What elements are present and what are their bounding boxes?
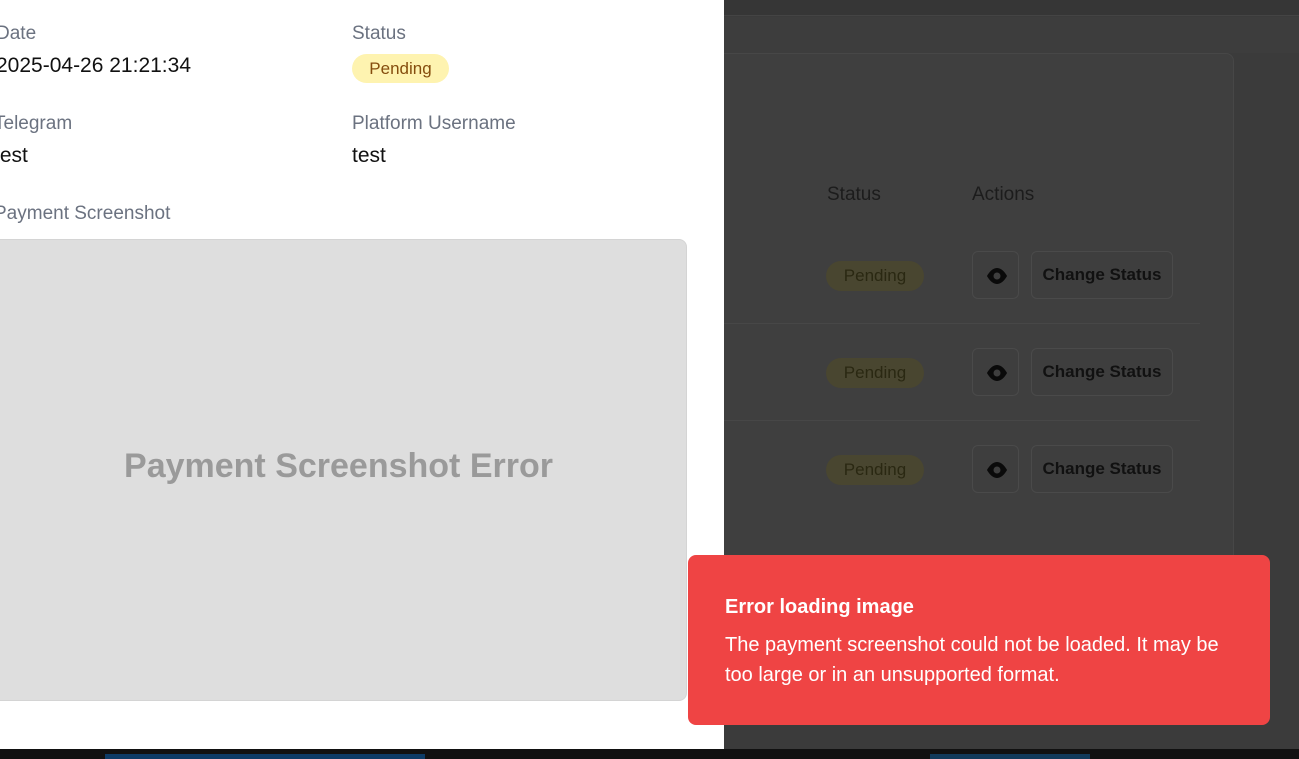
view-button[interactable] xyxy=(972,445,1019,493)
telegram-label: Telegram xyxy=(0,113,73,134)
status-badge: Pending xyxy=(826,358,924,388)
status-label: Status xyxy=(352,23,406,44)
eye-icon xyxy=(987,365,1007,381)
payment-details-modal: Date 2025-04-26 21:21:34 Status Pending … xyxy=(0,0,724,749)
table-header-actions: Actions xyxy=(972,184,1035,205)
status-badge: Pending xyxy=(352,54,449,83)
background-header-strip xyxy=(724,17,1299,53)
change-status-button[interactable]: Change Status xyxy=(1031,251,1173,299)
status-badge: Pending xyxy=(826,455,924,485)
change-status-button[interactable]: Change Status xyxy=(1031,445,1173,493)
change-status-button[interactable]: Change Status xyxy=(1031,348,1173,396)
toast-title: Error loading image xyxy=(725,596,914,618)
screenshot-error-placeholder: Payment Screenshot Error xyxy=(124,447,553,485)
telegram-value: test xyxy=(0,144,28,167)
date-label: Date xyxy=(0,23,37,44)
taskbar-highlight xyxy=(105,754,425,759)
platform-username-value: test xyxy=(352,144,386,167)
status-badge: Pending xyxy=(826,261,924,291)
date-value: 2025-04-26 21:21:34 xyxy=(0,54,191,77)
platform-username-label: Platform Username xyxy=(352,113,516,134)
background-topbar xyxy=(724,0,1299,16)
taskbar-highlight xyxy=(930,754,1090,759)
payment-screenshot-label: Payment Screenshot xyxy=(0,203,171,224)
taskbar xyxy=(0,749,1299,759)
toast-message: The payment screenshot could not be load… xyxy=(725,634,1219,686)
view-button[interactable] xyxy=(972,251,1019,299)
table-header-status: Status xyxy=(827,184,881,205)
eye-icon xyxy=(987,268,1007,284)
eye-icon xyxy=(987,462,1007,478)
view-button[interactable] xyxy=(972,348,1019,396)
error-toast: Error loading image The payment screensh… xyxy=(688,555,1270,725)
